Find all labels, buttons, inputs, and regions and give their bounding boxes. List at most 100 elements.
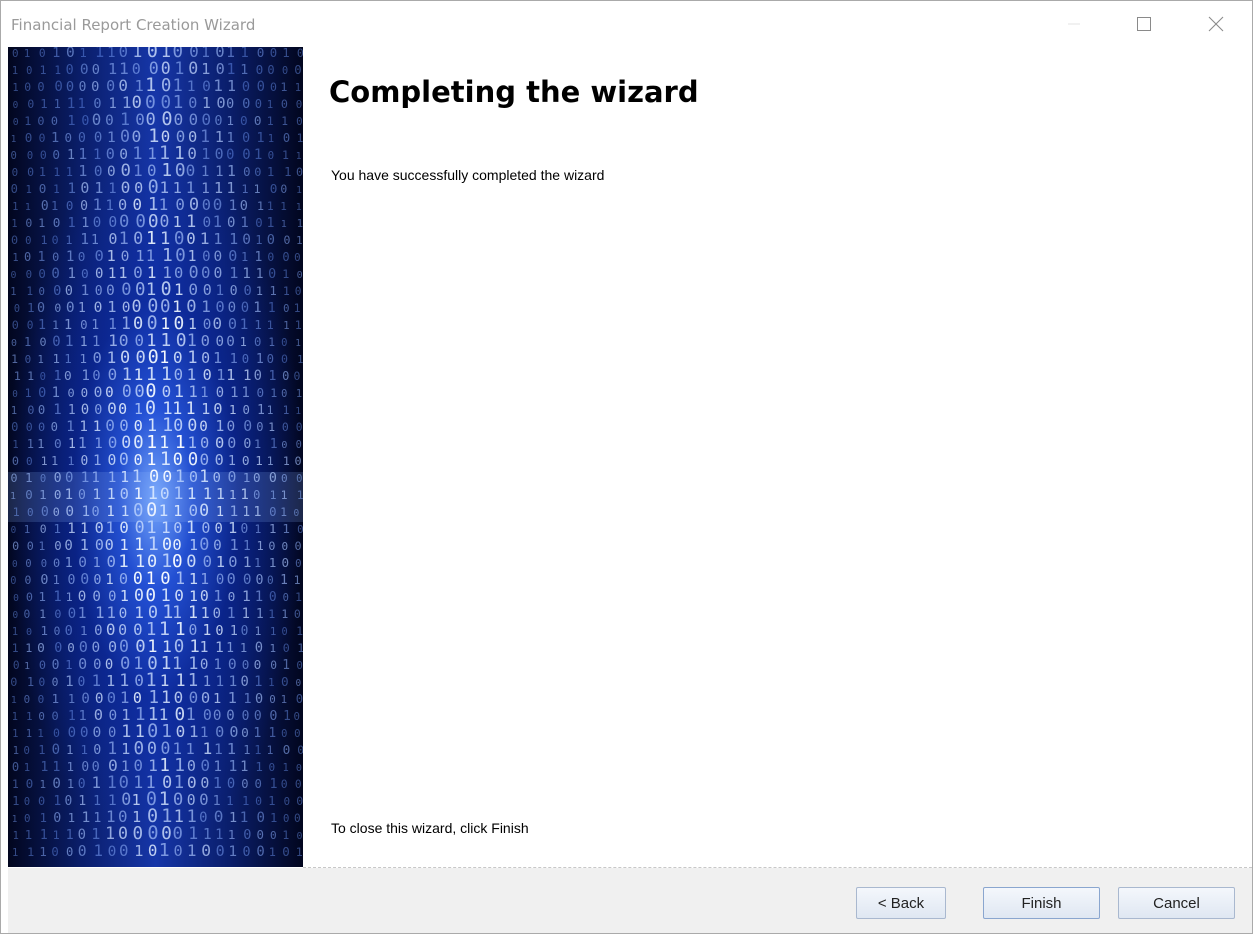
svg-text:0: 0	[133, 433, 144, 453]
svg-text:0: 0	[294, 251, 301, 264]
svg-text:0: 0	[214, 807, 224, 826]
svg-text:1: 1	[67, 148, 75, 163]
svg-text:0: 0	[94, 299, 103, 316]
svg-text:1: 1	[12, 711, 18, 723]
svg-text:1: 1	[201, 297, 211, 316]
svg-text:0: 0	[296, 421, 303, 434]
svg-text:1: 1	[65, 233, 72, 247]
svg-text:1: 1	[240, 641, 247, 655]
svg-text:0: 0	[38, 676, 45, 689]
svg-text:0: 0	[256, 844, 264, 860]
svg-text:0: 0	[268, 539, 275, 553]
svg-text:1: 1	[51, 130, 59, 146]
svg-text:0: 0	[91, 79, 99, 95]
svg-text:1: 1	[78, 708, 86, 724]
svg-text:1: 1	[68, 709, 76, 724]
svg-text:0: 0	[93, 724, 102, 741]
svg-text:0: 0	[94, 164, 103, 180]
svg-text:1: 1	[66, 828, 74, 843]
svg-text:1: 1	[186, 704, 196, 724]
svg-text:0: 0	[95, 284, 103, 299]
svg-text:0: 0	[26, 590, 33, 604]
svg-text:0: 0	[281, 728, 287, 740]
svg-text:0: 0	[38, 693, 45, 706]
svg-text:0: 0	[254, 165, 261, 179]
svg-text:0: 0	[187, 773, 197, 792]
svg-text:1: 1	[188, 653, 198, 673]
svg-text:1: 1	[68, 437, 76, 452]
svg-text:0: 0	[27, 539, 34, 553]
svg-text:0: 0	[256, 827, 263, 842]
finish-button[interactable]: Finish	[983, 887, 1100, 919]
svg-text:0: 0	[243, 283, 251, 299]
svg-text:0: 0	[78, 675, 86, 690]
svg-text:1: 1	[295, 406, 301, 417]
svg-text:1: 1	[24, 661, 30, 672]
svg-text:1: 1	[295, 82, 301, 94]
svg-text:0: 0	[26, 420, 33, 434]
svg-text:0: 0	[66, 79, 74, 95]
svg-text:1: 1	[200, 639, 209, 656]
svg-text:0: 0	[228, 656, 237, 673]
cancel-button[interactable]: Cancel	[1118, 887, 1235, 919]
svg-text:1: 1	[269, 555, 277, 570]
svg-text:0: 0	[242, 131, 250, 146]
svg-text:0: 0	[199, 534, 209, 554]
svg-text:1: 1	[256, 352, 264, 367]
minimize-button[interactable]	[1051, 1, 1097, 47]
svg-text:0: 0	[226, 419, 235, 435]
svg-text:0: 0	[105, 113, 114, 129]
svg-text:0: 0	[296, 165, 303, 179]
svg-text:0: 0	[94, 130, 102, 146]
svg-text:1: 1	[270, 386, 277, 400]
svg-text:1: 1	[119, 228, 129, 248]
svg-text:0: 0	[68, 606, 77, 622]
svg-text:1: 1	[256, 267, 264, 282]
svg-text:0: 0	[66, 300, 75, 316]
svg-text:1: 1	[40, 810, 47, 825]
svg-text:0: 0	[294, 812, 301, 825]
svg-text:1: 1	[65, 555, 73, 571]
svg-text:0: 0	[53, 726, 60, 740]
svg-text:1: 1	[255, 760, 263, 775]
close-button[interactable]	[1193, 1, 1239, 47]
svg-text:0: 0	[52, 776, 61, 792]
svg-text:0: 0	[51, 709, 58, 723]
svg-text:1: 1	[254, 437, 261, 451]
svg-text:0: 0	[213, 708, 222, 724]
window-title: Financial Report Creation Wizard	[11, 16, 256, 34]
svg-text:0: 0	[14, 304, 20, 315]
svg-text:1: 1	[53, 589, 61, 605]
svg-text:1: 1	[283, 709, 291, 724]
svg-text:1: 1	[295, 590, 302, 604]
svg-text:0: 0	[11, 525, 17, 536]
svg-text:0: 0	[94, 403, 102, 418]
svg-text:1: 1	[68, 403, 76, 418]
svg-text:1: 1	[228, 844, 237, 860]
svg-text:0: 0	[133, 824, 144, 844]
svg-text:0: 0	[256, 62, 264, 77]
title-bar[interactable]: Financial Report Creation Wizard	[1, 1, 1252, 47]
svg-text:1: 1	[78, 301, 86, 316]
svg-text:1: 1	[81, 283, 90, 299]
svg-text:0: 0	[242, 79, 250, 95]
svg-text:1: 1	[66, 742, 74, 757]
svg-text:1: 1	[256, 539, 263, 553]
svg-text:1: 1	[280, 80, 287, 94]
svg-text:1: 1	[270, 642, 277, 655]
svg-text:0: 0	[242, 454, 250, 469]
svg-text:1: 1	[188, 602, 198, 622]
back-button[interactable]: < Back	[856, 887, 946, 919]
button-bar: < Back Finish Cancel	[8, 868, 1252, 933]
svg-text:1: 1	[146, 229, 156, 249]
svg-text:0: 0	[65, 130, 73, 145]
svg-text:1: 1	[67, 454, 74, 468]
svg-text:0: 0	[200, 657, 209, 673]
svg-text:1: 1	[242, 794, 249, 808]
svg-text:1: 1	[26, 728, 32, 740]
svg-text:1: 1	[81, 216, 89, 231]
maximize-button[interactable]	[1121, 1, 1167, 47]
svg-text:0: 0	[24, 693, 31, 706]
svg-text:0: 0	[283, 303, 289, 315]
svg-text:1: 1	[240, 810, 249, 826]
